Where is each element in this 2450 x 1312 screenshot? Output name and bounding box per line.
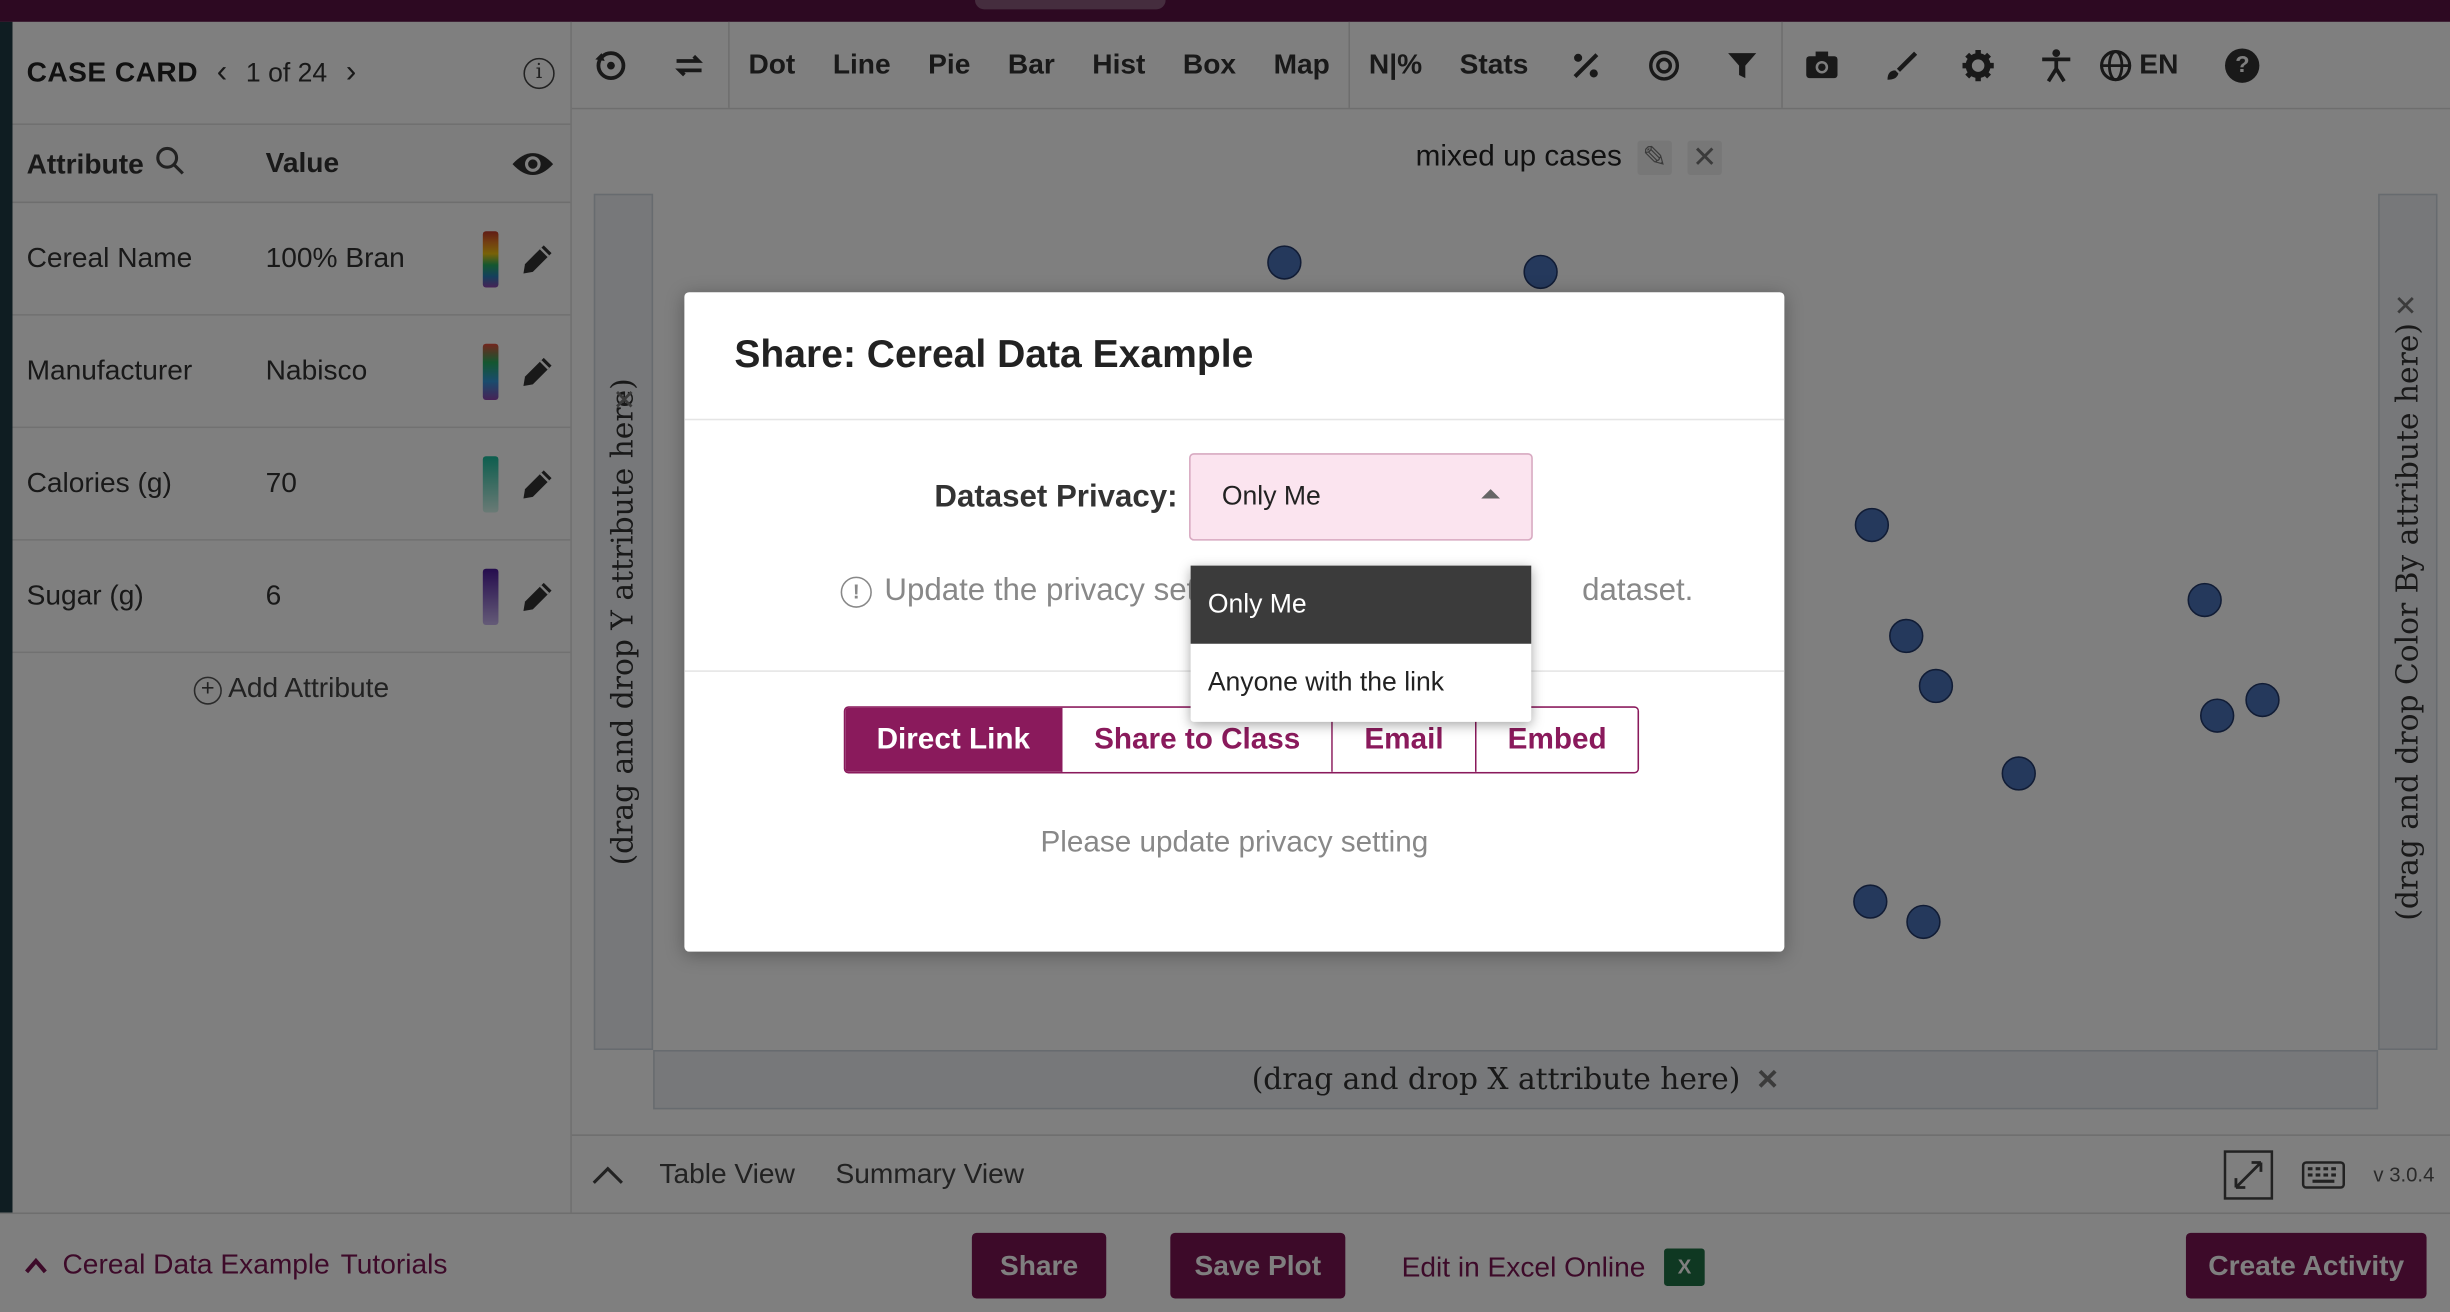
caret-up-icon <box>1481 489 1500 499</box>
privacy-row: Dataset Privacy: Only Me <box>684 453 1784 541</box>
share-status-message: Please update privacy setting <box>1040 826 1429 860</box>
exclamation-circle-icon: ! <box>840 575 872 608</box>
tab-direct-link[interactable]: Direct Link <box>845 707 1063 772</box>
share-modal-header: Share: Cereal Data Example <box>684 292 1785 421</box>
privacy-option-only-me[interactable]: Only Me <box>1190 565 1532 644</box>
privacy-select[interactable]: Only Me <box>1189 453 1533 541</box>
privacy-option-anyone-with-link[interactable]: Anyone with the link <box>1191 644 1532 722</box>
privacy-dropdown-menu: Only Me Anyone with the link <box>1190 565 1532 722</box>
share-modal-title: Share: Cereal Data Example <box>734 332 1254 377</box>
privacy-hint-right: dataset. <box>1582 573 1694 608</box>
privacy-hint-left: Update the privacy sett <box>884 573 1205 608</box>
privacy-label: Dataset Privacy: <box>934 479 1178 515</box>
privacy-selected-value: Only Me <box>1221 481 1321 511</box>
